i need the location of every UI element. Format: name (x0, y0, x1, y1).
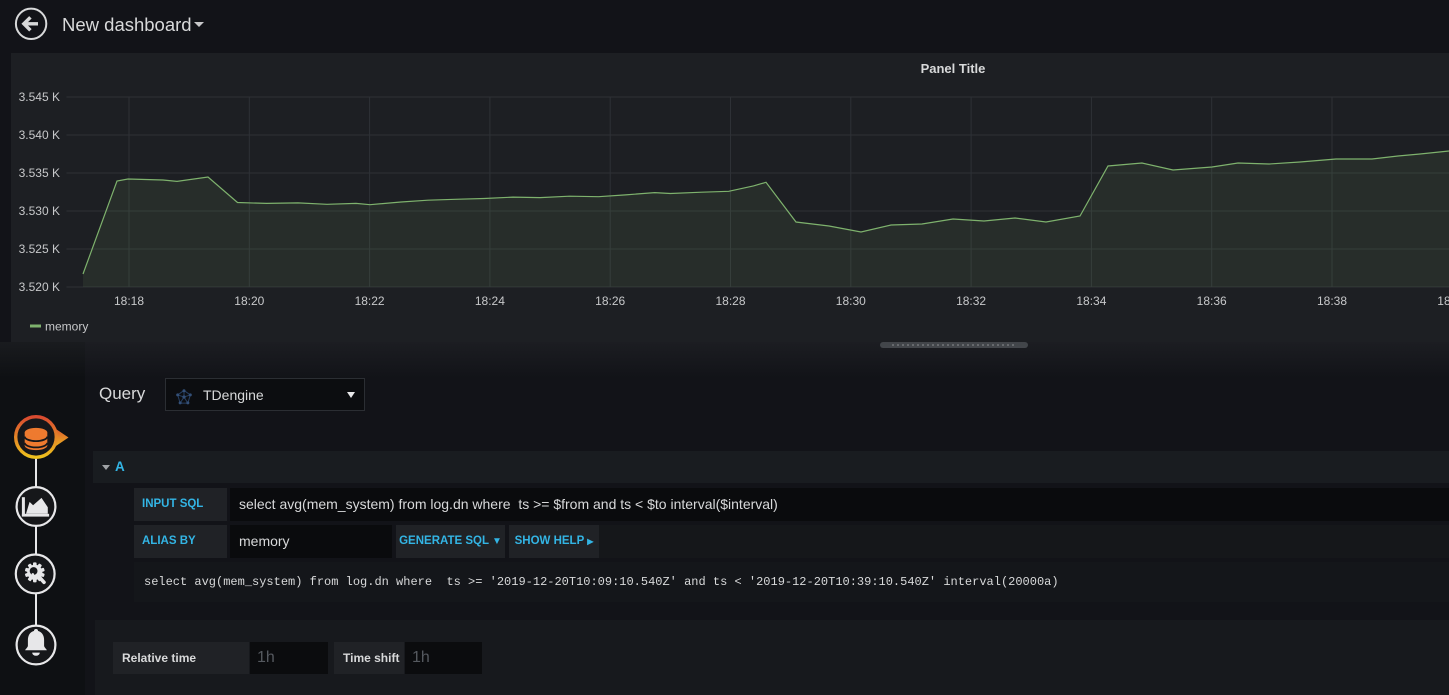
svg-text:18:28: 18:28 (715, 294, 745, 308)
svg-text:3.530 K: 3.530 K (19, 204, 60, 218)
svg-text:18:34: 18:34 (1076, 294, 1106, 308)
svg-text:3.535 K: 3.535 K (19, 166, 60, 180)
svg-text:18:20: 18:20 (234, 294, 264, 308)
svg-text:18:36: 18:36 (1197, 294, 1227, 308)
svg-text:3.540 K: 3.540 K (19, 128, 60, 142)
svg-text:18:26: 18:26 (595, 294, 625, 308)
svg-text:18:24: 18:24 (475, 294, 505, 308)
svg-text:18:18: 18:18 (114, 294, 144, 308)
svg-text:18:30: 18:30 (836, 294, 866, 308)
svg-text:3.525 K: 3.525 K (19, 242, 60, 256)
svg-text:18:22: 18:22 (355, 294, 385, 308)
svg-text:18:40: 18:40 (1437, 294, 1449, 308)
svg-text:memory: memory (45, 320, 88, 334)
svg-text:18:32: 18:32 (956, 294, 986, 308)
svg-text:3.545 K: 3.545 K (19, 90, 60, 104)
svg-text:3.520 K: 3.520 K (19, 280, 60, 294)
svg-text:18:38: 18:38 (1317, 294, 1347, 308)
